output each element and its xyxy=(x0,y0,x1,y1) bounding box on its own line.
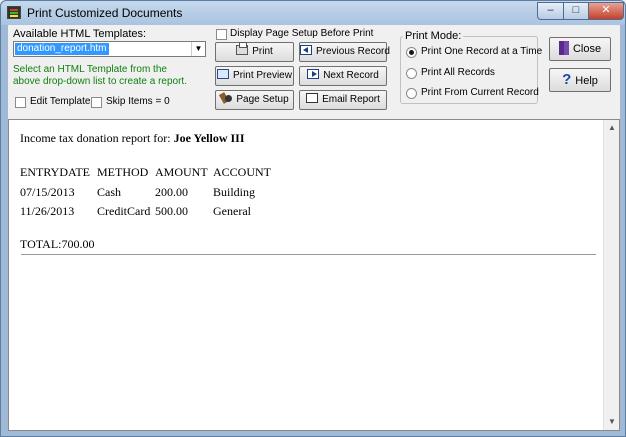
vertical-scrollbar[interactable]: ▲ ▼ xyxy=(603,120,619,430)
row1-amount: 200.00 xyxy=(155,185,188,199)
print-button-label: Print xyxy=(252,46,273,57)
maximize-button[interactable]: □ xyxy=(563,2,589,20)
app-window: Print Customized Documents – □ ✕ Availab… xyxy=(0,0,626,437)
report-total: TOTAL:700.00 xyxy=(20,237,95,251)
row1-method: Cash xyxy=(97,185,121,199)
scroll-up-icon[interactable]: ▲ xyxy=(604,120,620,136)
row1-entrydate: 07/15/2013 xyxy=(20,185,75,199)
email-report-button-label: Email Report xyxy=(322,94,380,105)
help-icon: ? xyxy=(562,71,572,88)
radio-print-one-record[interactable] xyxy=(406,47,417,58)
page-setup-checkbox[interactable] xyxy=(216,29,227,40)
help-button[interactable]: ? Help xyxy=(549,68,611,92)
skip-items-label: Skip Items = 0 xyxy=(106,96,170,107)
preview-icon xyxy=(217,69,230,79)
report-preview[interactable]: Income tax donation report for: Joe Yell… xyxy=(8,119,620,431)
print-mode-title: Print Mode: xyxy=(403,30,464,42)
edit-template-label: Edit Template xyxy=(30,96,91,107)
previous-arrow-icon xyxy=(300,45,312,55)
page-setup-icon xyxy=(220,93,233,103)
template-dropdown[interactable]: donation_report.htm ▼ xyxy=(13,41,206,57)
row1-account: Building xyxy=(213,185,256,199)
window-title: Print Customized Documents xyxy=(27,6,183,20)
chevron-down-icon[interactable]: ▼ xyxy=(191,42,205,56)
previous-record-button[interactable]: Previous Record xyxy=(299,42,390,62)
row2-entrydate: 11/26/2013 xyxy=(20,204,75,218)
print-button[interactable]: Print xyxy=(215,42,294,62)
column-header-entrydate: ENTRYDATE xyxy=(20,165,90,179)
column-header-method: METHOD xyxy=(97,165,149,179)
print-preview-button-label: Print Preview xyxy=(233,70,292,81)
column-header-amount: AMOUNT xyxy=(155,165,208,179)
report-heading: Income tax donation report for: Joe Yell… xyxy=(20,131,245,146)
email-report-button[interactable]: Email Report xyxy=(299,90,387,110)
column-header-account: ACCOUNT xyxy=(213,165,272,179)
radio-print-from-current[interactable] xyxy=(406,88,417,99)
report-heading-prefix: Income tax donation report for: xyxy=(20,131,174,145)
minimize-button[interactable]: – xyxy=(537,2,564,20)
template-hint: Select an HTML Template from the above d… xyxy=(13,64,187,87)
envelope-icon xyxy=(306,93,319,103)
scroll-down-icon[interactable]: ▼ xyxy=(604,414,620,430)
radio-print-all-records[interactable] xyxy=(406,68,417,79)
next-record-button-label: Next Record xyxy=(323,70,379,81)
print-preview-button[interactable]: Print Preview xyxy=(215,66,294,86)
close-button-label: Close xyxy=(572,43,602,55)
page-setup-button-label: Page Setup xyxy=(236,94,289,105)
template-dropdown-value: donation_report.htm xyxy=(15,43,109,55)
edit-template-checkbox[interactable] xyxy=(15,97,26,108)
door-icon xyxy=(558,41,569,55)
radio-print-from-current-label: Print From Current Record xyxy=(421,87,539,98)
page-setup-button[interactable]: Page Setup xyxy=(215,90,294,110)
next-arrow-icon xyxy=(307,69,320,79)
previous-record-button-label: Previous Record xyxy=(316,46,390,57)
radio-print-all-records-label: Print All Records xyxy=(421,67,495,78)
row2-amount: 500.00 xyxy=(155,204,188,218)
dialog-body: Available HTML Templates: donation_repor… xyxy=(8,25,620,431)
title-bar[interactable]: Print Customized Documents – □ ✕ xyxy=(1,1,625,25)
app-icon xyxy=(7,6,21,19)
templates-label: Available HTML Templates: xyxy=(13,28,147,40)
next-record-button[interactable]: Next Record xyxy=(299,66,387,86)
row2-method: CreditCard xyxy=(97,204,151,218)
row2-account: General xyxy=(213,204,251,218)
close-window-button[interactable]: ✕ xyxy=(588,2,624,20)
skip-items-checkbox[interactable] xyxy=(91,97,102,108)
page-setup-checkbox-label: Display Page Setup Before Print xyxy=(230,28,374,39)
report-divider xyxy=(21,254,596,255)
close-button[interactable]: Close xyxy=(549,37,611,61)
printer-icon xyxy=(236,42,249,55)
radio-print-one-record-label: Print One Record at a Time xyxy=(421,46,543,57)
help-button-label: Help xyxy=(575,75,598,87)
report-person-name: Joe Yellow III xyxy=(173,131,245,145)
